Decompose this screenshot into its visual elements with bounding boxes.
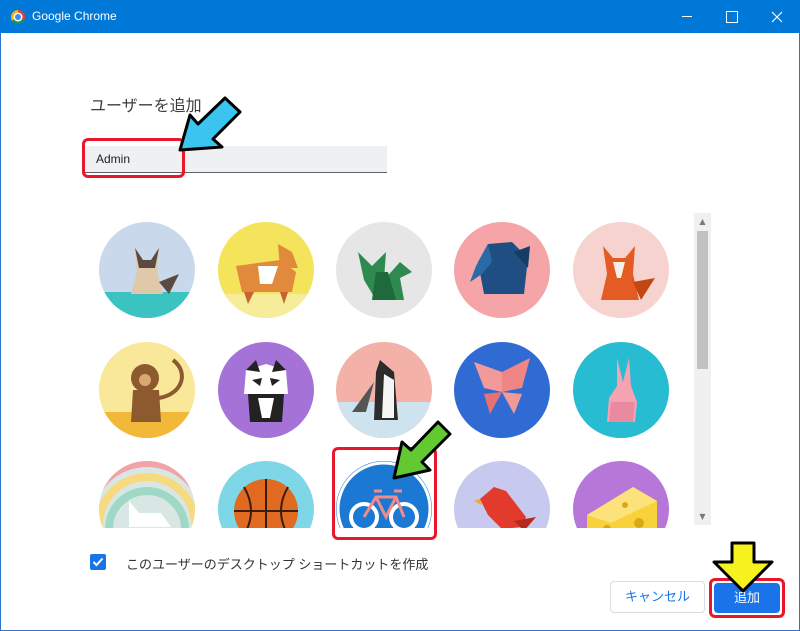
origami-rabbit-icon (573, 342, 669, 438)
green-arrow-annotation (392, 420, 452, 480)
scroll-down-icon[interactable]: ▼ (694, 508, 711, 525)
avatar-panda[interactable] (218, 342, 314, 438)
avatar-basketball[interactable] (218, 461, 314, 528)
avatar-corgi[interactable] (218, 222, 314, 318)
shortcut-checkbox-label: このユーザーのデスクトップ ショートカットを作成 (126, 557, 429, 572)
avatar-cat[interactable] (99, 222, 195, 318)
avatar-fox[interactable] (573, 222, 669, 318)
origami-panda-icon (218, 342, 314, 438)
minimize-button[interactable] (664, 0, 710, 33)
origami-monkey-icon (99, 342, 195, 438)
chrome-icon (11, 10, 25, 24)
scroll-up-icon[interactable]: ▲ (694, 213, 711, 230)
window-title: Google Chrome (32, 9, 117, 23)
shortcut-checkbox[interactable] (90, 554, 106, 570)
origami-cat-icon (99, 222, 195, 318)
avatar-butterfly[interactable] (454, 342, 550, 438)
scrollbar[interactable]: ▲ ▼ (694, 213, 711, 525)
origami-unicorn-icon (99, 461, 195, 528)
avatar-bird[interactable] (454, 461, 550, 528)
avatar-cheese[interactable] (573, 461, 669, 528)
avatar-dragon[interactable] (336, 222, 432, 318)
avatar-monkey[interactable] (99, 342, 195, 438)
avatar-rabbit[interactable] (573, 342, 669, 438)
origami-butterfly-icon (454, 342, 550, 438)
cyan-arrow-annotation (178, 96, 242, 152)
maximize-button[interactable] (708, 0, 754, 33)
avatar-unicorn[interactable] (99, 461, 195, 528)
origami-fox-icon (573, 222, 669, 318)
cheese-icon (573, 461, 669, 528)
origami-corgi-icon (218, 222, 314, 318)
origami-bird-icon (454, 461, 550, 528)
avatar-elephant[interactable] (454, 222, 550, 318)
yellow-arrow-annotation (712, 541, 774, 593)
close-icon (771, 11, 783, 23)
origami-dragon-icon (336, 222, 432, 318)
title-bar: Google Chrome (0, 0, 800, 33)
cancel-button[interactable]: キャンセル (610, 581, 705, 613)
origami-elephant-icon (454, 222, 550, 318)
scroll-thumb[interactable] (697, 231, 708, 369)
checkmark-icon (92, 557, 104, 567)
close-button[interactable] (754, 0, 800, 33)
basketball-icon (218, 461, 314, 528)
